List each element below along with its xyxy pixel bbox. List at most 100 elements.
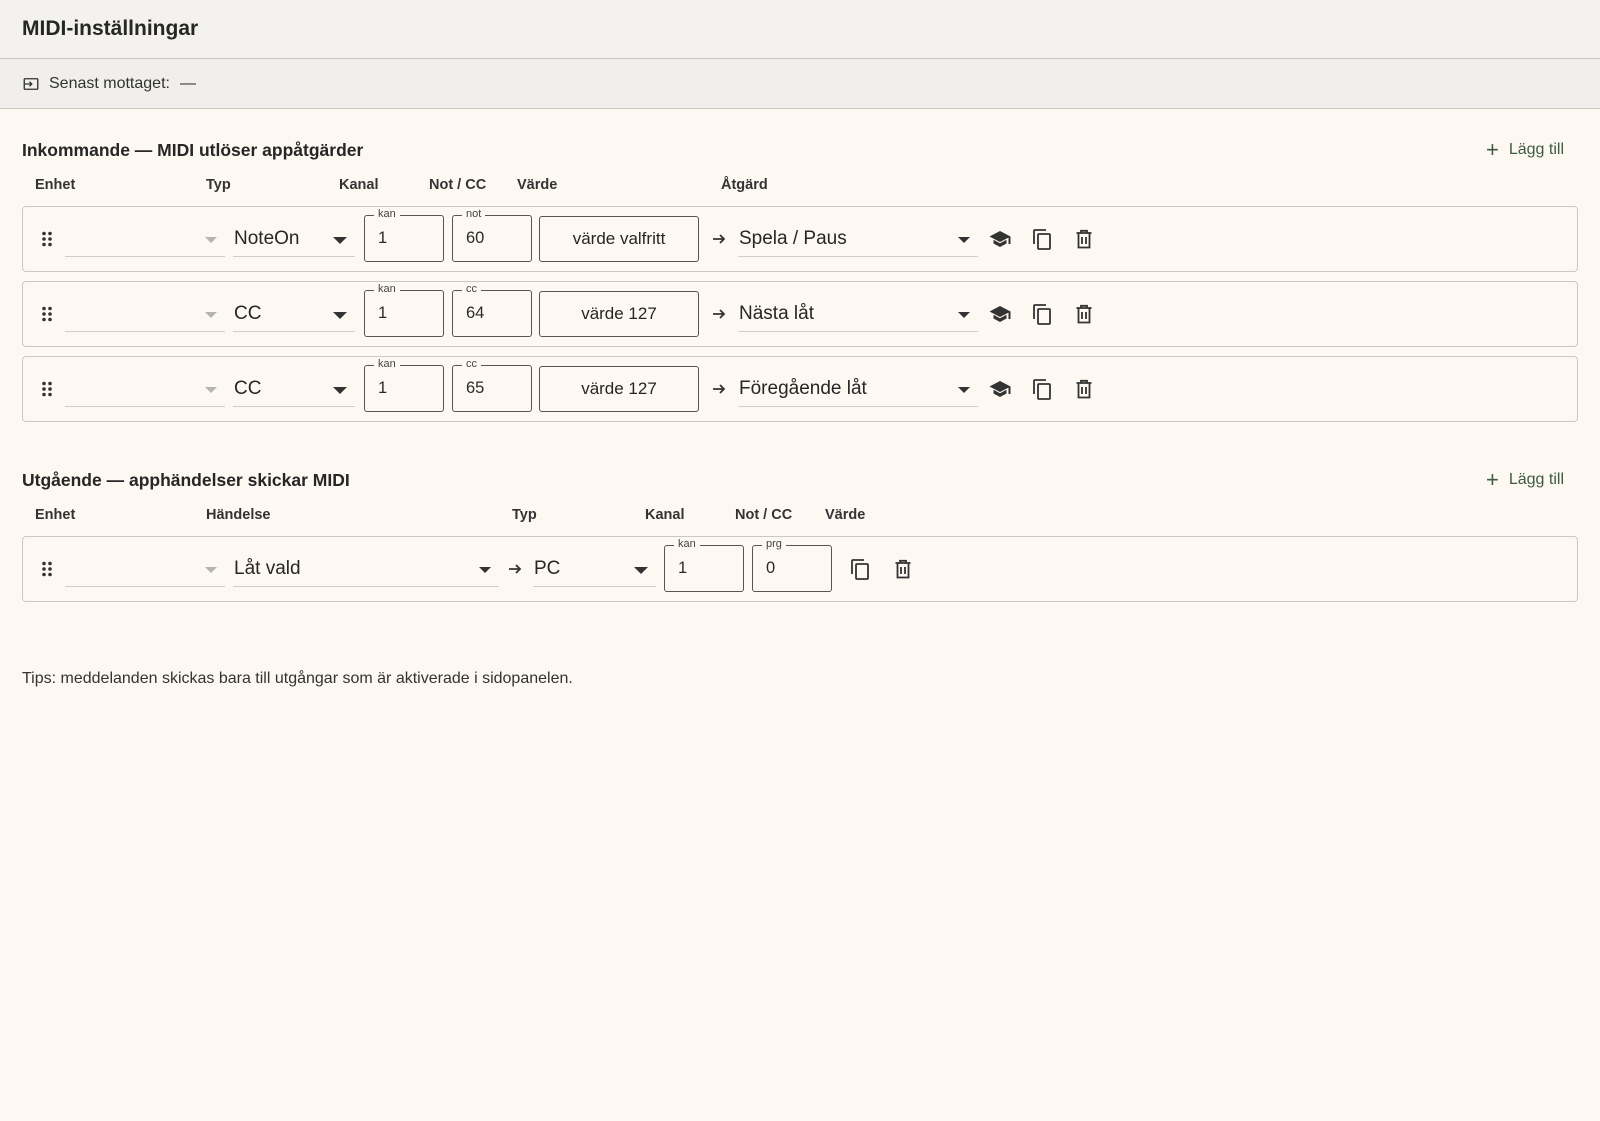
note-cc-field-label: cc	[462, 357, 481, 371]
type-select-value: NoteOn	[234, 227, 300, 249]
type-select[interactable]: NoteOn	[233, 221, 355, 257]
chevron-down-icon	[205, 387, 217, 393]
channel-field[interactable]: kan 1	[364, 207, 444, 262]
channel-field-value: 1	[678, 559, 688, 577]
status-label: Senast mottaget:	[49, 74, 170, 92]
program-field-value: 0	[766, 559, 776, 577]
program-field[interactable]: prg 0	[752, 537, 832, 592]
device-select[interactable]	[65, 371, 225, 407]
col-header-value: Värde	[825, 507, 866, 523]
incoming-title: Inkommande — MIDI utlöser appåtgärder	[22, 139, 364, 160]
type-select[interactable]: CC	[233, 371, 355, 407]
arrow-right-icon	[713, 309, 726, 319]
chevron-down-icon	[333, 237, 347, 244]
event-select-value: Låt vald	[234, 557, 301, 579]
delete-button[interactable]	[1072, 302, 1096, 326]
chevron-down-icon	[205, 312, 217, 318]
type-select[interactable]: PC	[533, 551, 656, 587]
incoming-add-label: Lägg till	[1508, 141, 1564, 158]
col-header-event: Händelse	[206, 507, 271, 523]
duplicate-button[interactable]	[1030, 377, 1054, 401]
delete-icon	[1072, 304, 1096, 329]
device-select[interactable]	[65, 551, 225, 587]
learn-button[interactable]	[988, 302, 1012, 326]
chevron-down-icon	[634, 567, 648, 574]
action-select[interactable]: Föregående låt	[738, 371, 978, 407]
value-button[interactable]: värde 127	[539, 291, 699, 337]
col-header-note-cc: Not / CC	[735, 507, 793, 523]
chevron-down-icon	[958, 237, 970, 243]
value-button[interactable]: värde valfritt	[539, 216, 699, 262]
incoming-rule-row: NoteOn kan 1 not 60 värde valfritt Spela / Pau…	[22, 206, 1578, 272]
status-value: —	[179, 74, 196, 92]
channel-field-label: kan	[674, 537, 700, 551]
channel-field-label: kan	[374, 207, 400, 221]
outgoing-add-button[interactable]: + Lägg till	[1486, 469, 1578, 491]
incoming-add-button[interactable]: + Lägg till	[1486, 139, 1578, 161]
outgoing-column-headers: Enhet Händelse Typ Kanal Not / CC Värde	[22, 507, 1578, 527]
note-cc-field-label: cc	[462, 282, 481, 296]
chevron-down-icon	[479, 567, 491, 573]
note-cc-field-value: 64	[466, 304, 485, 322]
channel-field[interactable]: kan 1	[364, 282, 444, 337]
arrow-right-icon	[713, 234, 726, 244]
note-cc-field[interactable]: cc 64	[452, 282, 532, 337]
note-cc-field-value: 65	[466, 379, 485, 397]
duplicate-button[interactable]	[1030, 227, 1054, 251]
col-header-device: Enhet	[35, 177, 76, 193]
tip-text: Tips: meddelanden skickas bara till utgå…	[22, 670, 573, 687]
arrow-right-icon	[713, 384, 726, 394]
delete-icon	[891, 559, 915, 584]
duplicate-button[interactable]	[848, 557, 872, 581]
outgoing-title: Utgående — apphändelser skickar MIDI	[22, 469, 350, 490]
col-header-device: Enhet	[35, 507, 76, 523]
col-header-note-cc: Not / CC	[429, 177, 487, 193]
drag-handle-icon[interactable]	[41, 561, 53, 577]
chevron-down-icon	[333, 312, 347, 319]
value-button[interactable]: värde 127	[539, 366, 699, 412]
channel-field[interactable]: kan 1	[664, 537, 744, 592]
channel-field-value: 1	[378, 304, 388, 322]
learn-icon	[988, 306, 1012, 329]
incoming-rule-row: CC kan 1 cc 64 värde 127 Nästa låt	[22, 281, 1578, 347]
action-select[interactable]: Spela / Paus	[738, 221, 978, 257]
device-select[interactable]	[65, 296, 225, 332]
channel-field-value: 1	[378, 379, 388, 397]
action-select-value: Föregående låt	[739, 377, 867, 399]
drag-handle-icon[interactable]	[41, 306, 53, 322]
delete-button[interactable]	[1072, 377, 1096, 401]
note-cc-field[interactable]: cc 65	[452, 357, 532, 412]
type-select-value: PC	[534, 557, 561, 579]
delete-icon	[1072, 379, 1096, 404]
learn-icon	[988, 231, 1012, 254]
incoming-column-headers: Enhet Typ Kanal Not / CC Värde Åtgärd	[22, 177, 1578, 197]
page-title: MIDI-inställningar	[22, 17, 199, 40]
note-cc-field[interactable]: not 60	[452, 207, 532, 262]
note-cc-field-label: not	[462, 207, 486, 221]
delete-button[interactable]	[1072, 227, 1096, 251]
event-select[interactable]: Låt vald	[233, 551, 499, 587]
learn-icon	[988, 381, 1012, 404]
learn-button[interactable]	[988, 227, 1012, 251]
program-field-label: prg	[762, 537, 786, 551]
delete-button[interactable]	[891, 557, 915, 581]
learn-button[interactable]	[988, 377, 1012, 401]
col-header-value: Värde	[517, 177, 558, 193]
input-icon	[23, 77, 39, 90]
col-header-type: Typ	[512, 507, 537, 523]
arrow-right-icon	[509, 564, 522, 574]
duplicate-button[interactable]	[1030, 302, 1054, 326]
device-select[interactable]	[65, 221, 225, 257]
channel-field[interactable]: kan 1	[364, 357, 444, 412]
chevron-down-icon	[958, 387, 970, 393]
plus-icon: +	[1485, 467, 1499, 492]
drag-handle-icon[interactable]	[41, 381, 53, 397]
action-select[interactable]: Nästa låt	[738, 296, 978, 332]
drag-handle-icon[interactable]	[41, 231, 53, 247]
type-select-value: CC	[234, 302, 262, 324]
col-header-channel: Kanal	[339, 177, 379, 193]
status-bar: Senast mottaget: —	[0, 59, 1600, 109]
incoming-rule-row: CC kan 1 cc 65 värde 127 Föregående låt	[22, 356, 1578, 422]
type-select[interactable]: CC	[233, 296, 355, 332]
incoming-section: Inkommande — MIDI utlöser appåtgärder + …	[22, 135, 1578, 422]
